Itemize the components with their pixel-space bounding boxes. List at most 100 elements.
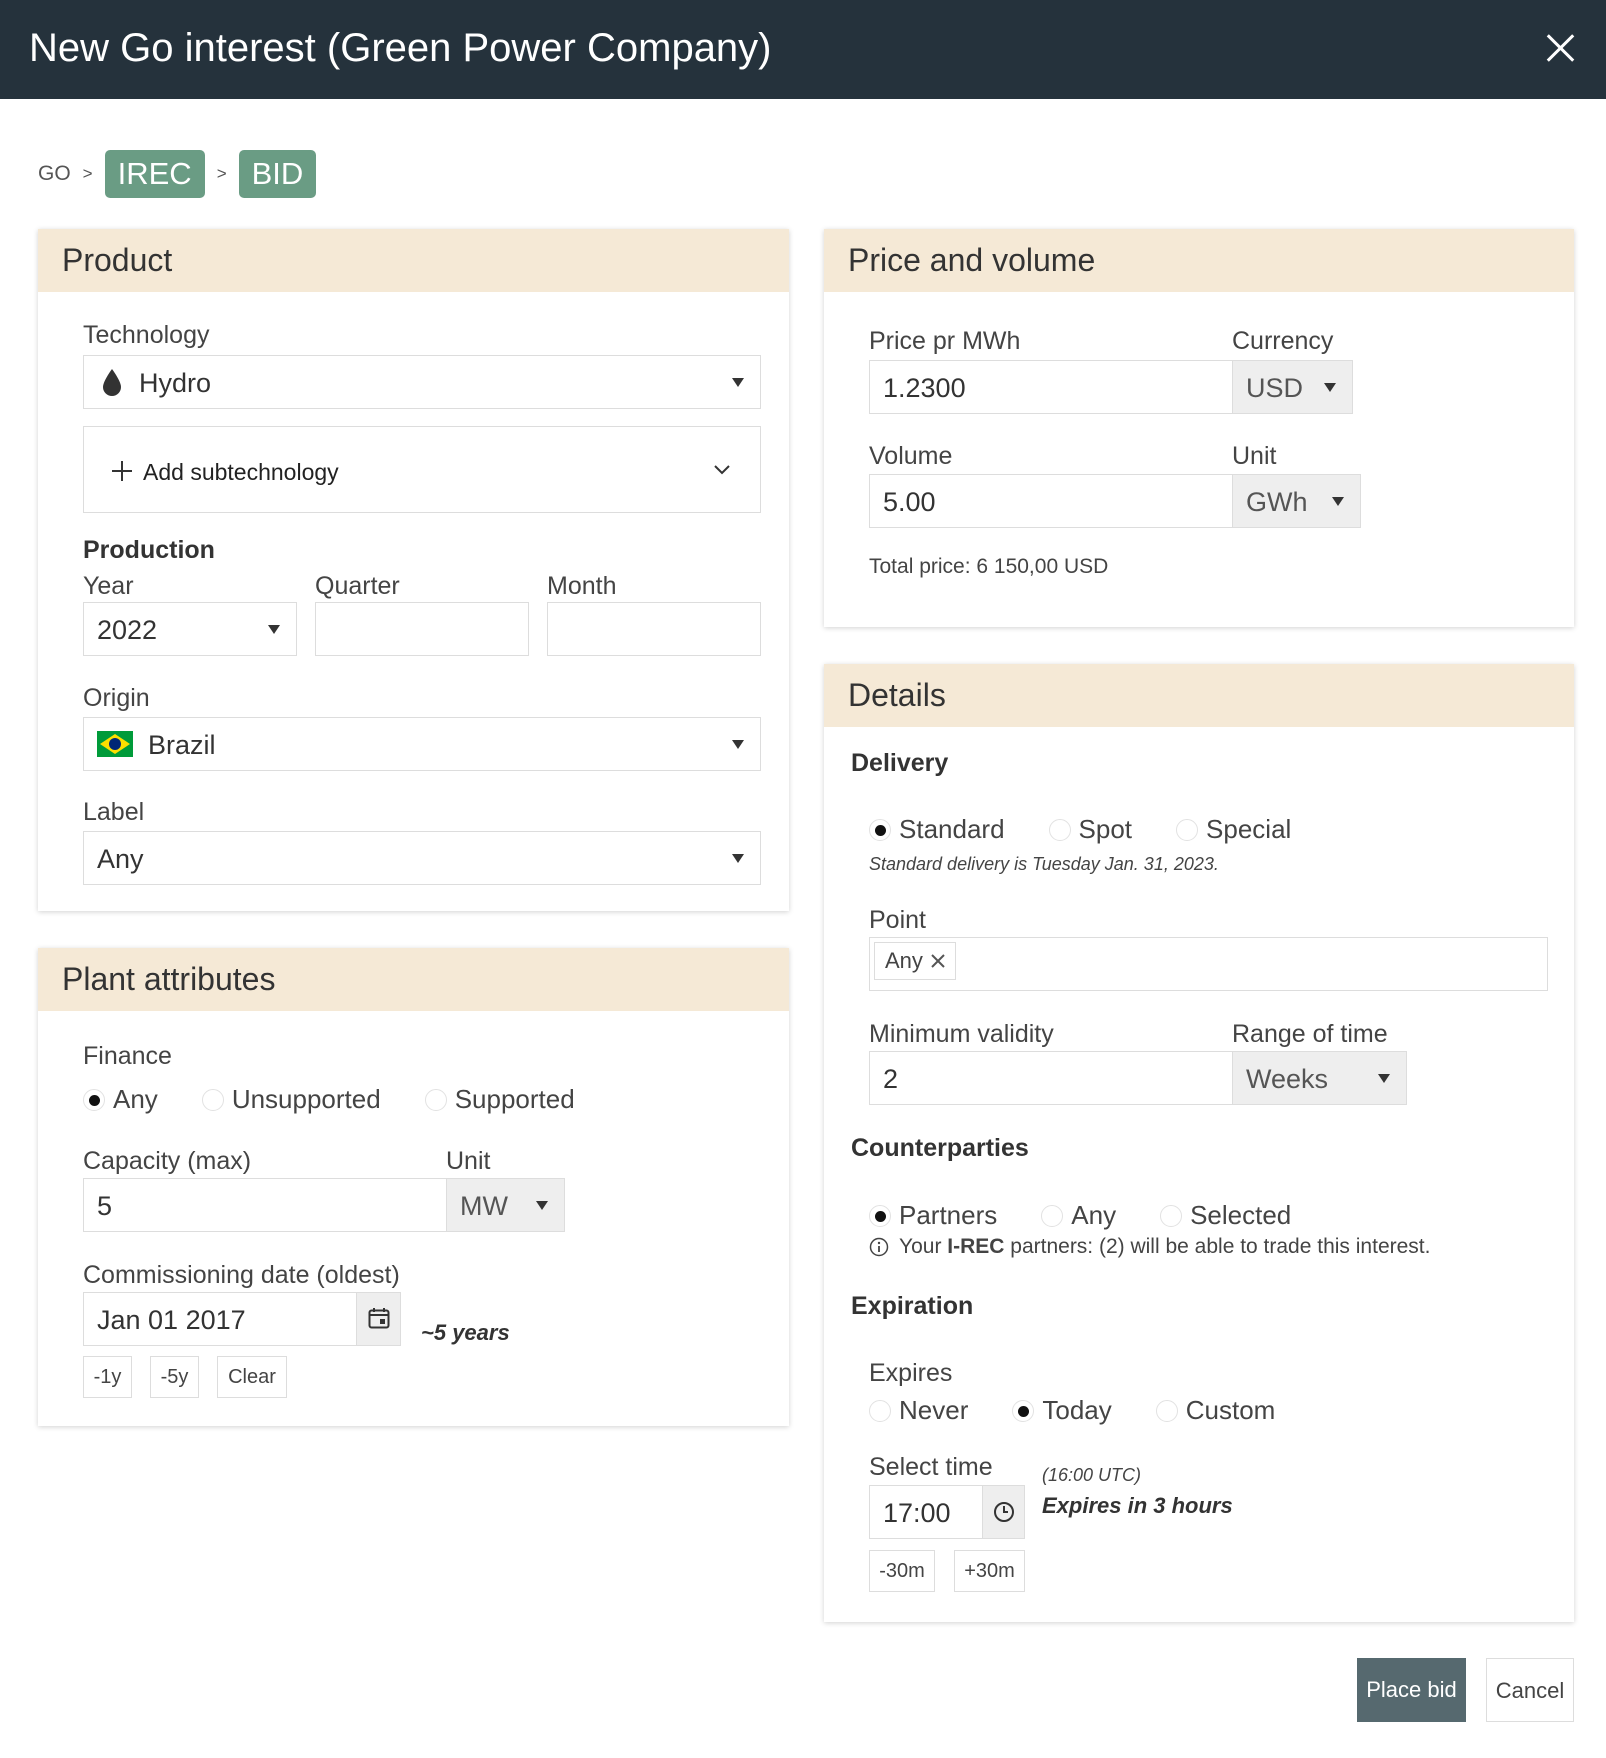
breadcrumb-step-bid[interactable]: BID bbox=[238, 150, 317, 198]
range-of-time-select[interactable]: Weeks bbox=[1232, 1051, 1407, 1105]
quarter-input[interactable] bbox=[315, 602, 529, 656]
panel-heading: Product bbox=[38, 229, 789, 292]
chevron-down-icon bbox=[268, 625, 280, 634]
counterparties-heading: Counterparties bbox=[851, 1134, 1029, 1162]
expires-in-note: Expires in 3 hours bbox=[1042, 1493, 1233, 1518]
partners-note-registry: I-REC bbox=[947, 1235, 1005, 1258]
select-time-label: Select time bbox=[869, 1453, 993, 1481]
currency-value: USD bbox=[1246, 373, 1304, 403]
month-label: Month bbox=[547, 572, 617, 600]
plus-30m-button[interactable]: +30m bbox=[954, 1550, 1025, 1592]
partners-note-post: partners: (2) will be able to trade this… bbox=[1004, 1235, 1431, 1258]
clock-icon bbox=[994, 1502, 1014, 1522]
finance-radio-group: Any Unsupported Supported bbox=[83, 1084, 619, 1115]
radio-dot bbox=[1048, 818, 1071, 841]
expires-option-never[interactable]: Never bbox=[869, 1395, 968, 1426]
water-drop-icon bbox=[103, 369, 121, 396]
close-icon[interactable] bbox=[1540, 28, 1580, 68]
min-validity-input[interactable]: 2 bbox=[869, 1051, 1233, 1105]
min-validity-label: Minimum validity bbox=[869, 1020, 1054, 1048]
details-panel: Details Delivery Standard Spot Special S… bbox=[824, 664, 1574, 1622]
label-select[interactable]: Any bbox=[83, 831, 761, 885]
radio-dot bbox=[1012, 1399, 1035, 1422]
expires-option-custom[interactable]: Custom bbox=[1155, 1395, 1275, 1426]
commissioning-label: Commissioning date (oldest) bbox=[83, 1261, 400, 1289]
finance-option-any[interactable]: Any bbox=[83, 1084, 158, 1115]
year-select[interactable]: 2022 bbox=[83, 602, 297, 656]
info-icon bbox=[869, 1237, 889, 1257]
capacity-input[interactable]: 5 bbox=[83, 1178, 447, 1232]
brazil-flag-icon bbox=[97, 731, 133, 757]
price-volume-panel: Price and volume Price pr MWh Currency 1… bbox=[824, 229, 1574, 627]
product-panel: Product Technology Hydro Add subtechnolo… bbox=[38, 229, 789, 911]
range-of-time-value: Weeks bbox=[1246, 1064, 1329, 1094]
production-heading: Production bbox=[83, 536, 215, 564]
minus-5y-button[interactable]: -5y bbox=[150, 1356, 199, 1398]
currency-select[interactable]: USD bbox=[1232, 360, 1353, 414]
price-input[interactable]: 1.2300 bbox=[869, 360, 1233, 414]
capacity-unit-select[interactable]: MW bbox=[446, 1178, 565, 1232]
finance-option-supported[interactable]: Supported bbox=[424, 1084, 575, 1115]
expires-label: Expires bbox=[869, 1359, 953, 1387]
panel-heading: Price and volume bbox=[824, 229, 1574, 292]
time-input[interactable]: 17:00 bbox=[869, 1485, 1025, 1539]
expires-radio-group: Never Today Custom bbox=[869, 1395, 1319, 1426]
cancel-button[interactable]: Cancel bbox=[1486, 1658, 1574, 1722]
volume-value: 5.00 bbox=[883, 487, 936, 517]
finance-option-unsupported[interactable]: Unsupported bbox=[201, 1084, 381, 1115]
plus-icon bbox=[112, 461, 132, 481]
chevron-down-icon bbox=[1378, 1074, 1390, 1083]
counterparties-radio-group: Partners Any Selected bbox=[869, 1200, 1335, 1231]
dialog-titlebar: New Go interest (Green Power Company) bbox=[0, 0, 1606, 99]
expires-option-today[interactable]: Today bbox=[1012, 1395, 1112, 1426]
close-icon[interactable] bbox=[931, 954, 945, 968]
month-input[interactable] bbox=[547, 602, 761, 656]
chevron-down-icon bbox=[536, 1201, 548, 1210]
volume-input[interactable]: 5.00 bbox=[869, 474, 1233, 528]
panel-heading: Plant attributes bbox=[38, 948, 789, 1011]
capacity-value: 5 bbox=[97, 1191, 113, 1221]
calendar-button[interactable] bbox=[356, 1293, 400, 1345]
technology-value: Hydro bbox=[139, 368, 212, 398]
breadcrumb-root[interactable]: GO bbox=[38, 162, 71, 186]
breadcrumb-separator: > bbox=[216, 164, 227, 183]
currency-label: Currency bbox=[1232, 327, 1334, 355]
delivery-option-spot[interactable]: Spot bbox=[1048, 814, 1132, 845]
volume-unit-select[interactable]: GWh bbox=[1232, 474, 1361, 528]
delivery-radio-group: Standard Spot Special bbox=[869, 814, 1335, 845]
add-subtechnology-dropdown[interactable]: Add subtechnology bbox=[83, 426, 761, 513]
clock-button[interactable] bbox=[982, 1486, 1024, 1538]
volume-label: Volume bbox=[869, 442, 953, 470]
add-subtechnology-label: Add subtechnology bbox=[143, 459, 339, 485]
clear-date-button[interactable]: Clear bbox=[217, 1356, 287, 1398]
calendar-icon bbox=[368, 1308, 390, 1329]
year-value: 2022 bbox=[97, 615, 158, 645]
capacity-unit-value: MW bbox=[460, 1191, 508, 1221]
counterparty-option-partners[interactable]: Partners bbox=[869, 1200, 997, 1231]
unit-label: Unit bbox=[446, 1147, 491, 1175]
price-value: 1.2300 bbox=[883, 373, 966, 403]
origin-value: Brazil bbox=[148, 730, 216, 760]
technology-select[interactable]: Hydro bbox=[83, 355, 761, 409]
partners-note-pre: Your bbox=[899, 1235, 948, 1258]
counterparty-option-selected[interactable]: Selected bbox=[1160, 1200, 1291, 1231]
label-value: Any bbox=[97, 844, 144, 874]
breadcrumb-step-irec[interactable]: IREC bbox=[104, 150, 205, 198]
minus-30m-button[interactable]: -30m bbox=[869, 1550, 935, 1592]
radio-dot bbox=[1160, 1204, 1183, 1227]
point-multiselect[interactable]: Any bbox=[869, 937, 1548, 991]
utc-note: (16:00 UTC) bbox=[1042, 1465, 1142, 1485]
commissioning-date-input[interactable]: Jan 01 2017 bbox=[83, 1292, 401, 1346]
minus-1y-button[interactable]: -1y bbox=[83, 1356, 132, 1398]
breadcrumb-separator: > bbox=[82, 164, 93, 183]
delivery-option-standard[interactable]: Standard bbox=[869, 814, 1005, 845]
counterparty-option-any[interactable]: Any bbox=[1041, 1200, 1116, 1231]
delivery-option-special[interactable]: Special bbox=[1176, 814, 1291, 845]
origin-select[interactable]: Brazil bbox=[83, 717, 761, 771]
radio-dot bbox=[83, 1088, 105, 1111]
radio-dot bbox=[1155, 1399, 1178, 1422]
chevron-down-icon bbox=[732, 854, 744, 863]
place-bid-button[interactable]: Place bid bbox=[1357, 1658, 1466, 1722]
time-value: 17:00 bbox=[883, 1498, 951, 1528]
panel-heading: Details bbox=[824, 664, 1574, 727]
